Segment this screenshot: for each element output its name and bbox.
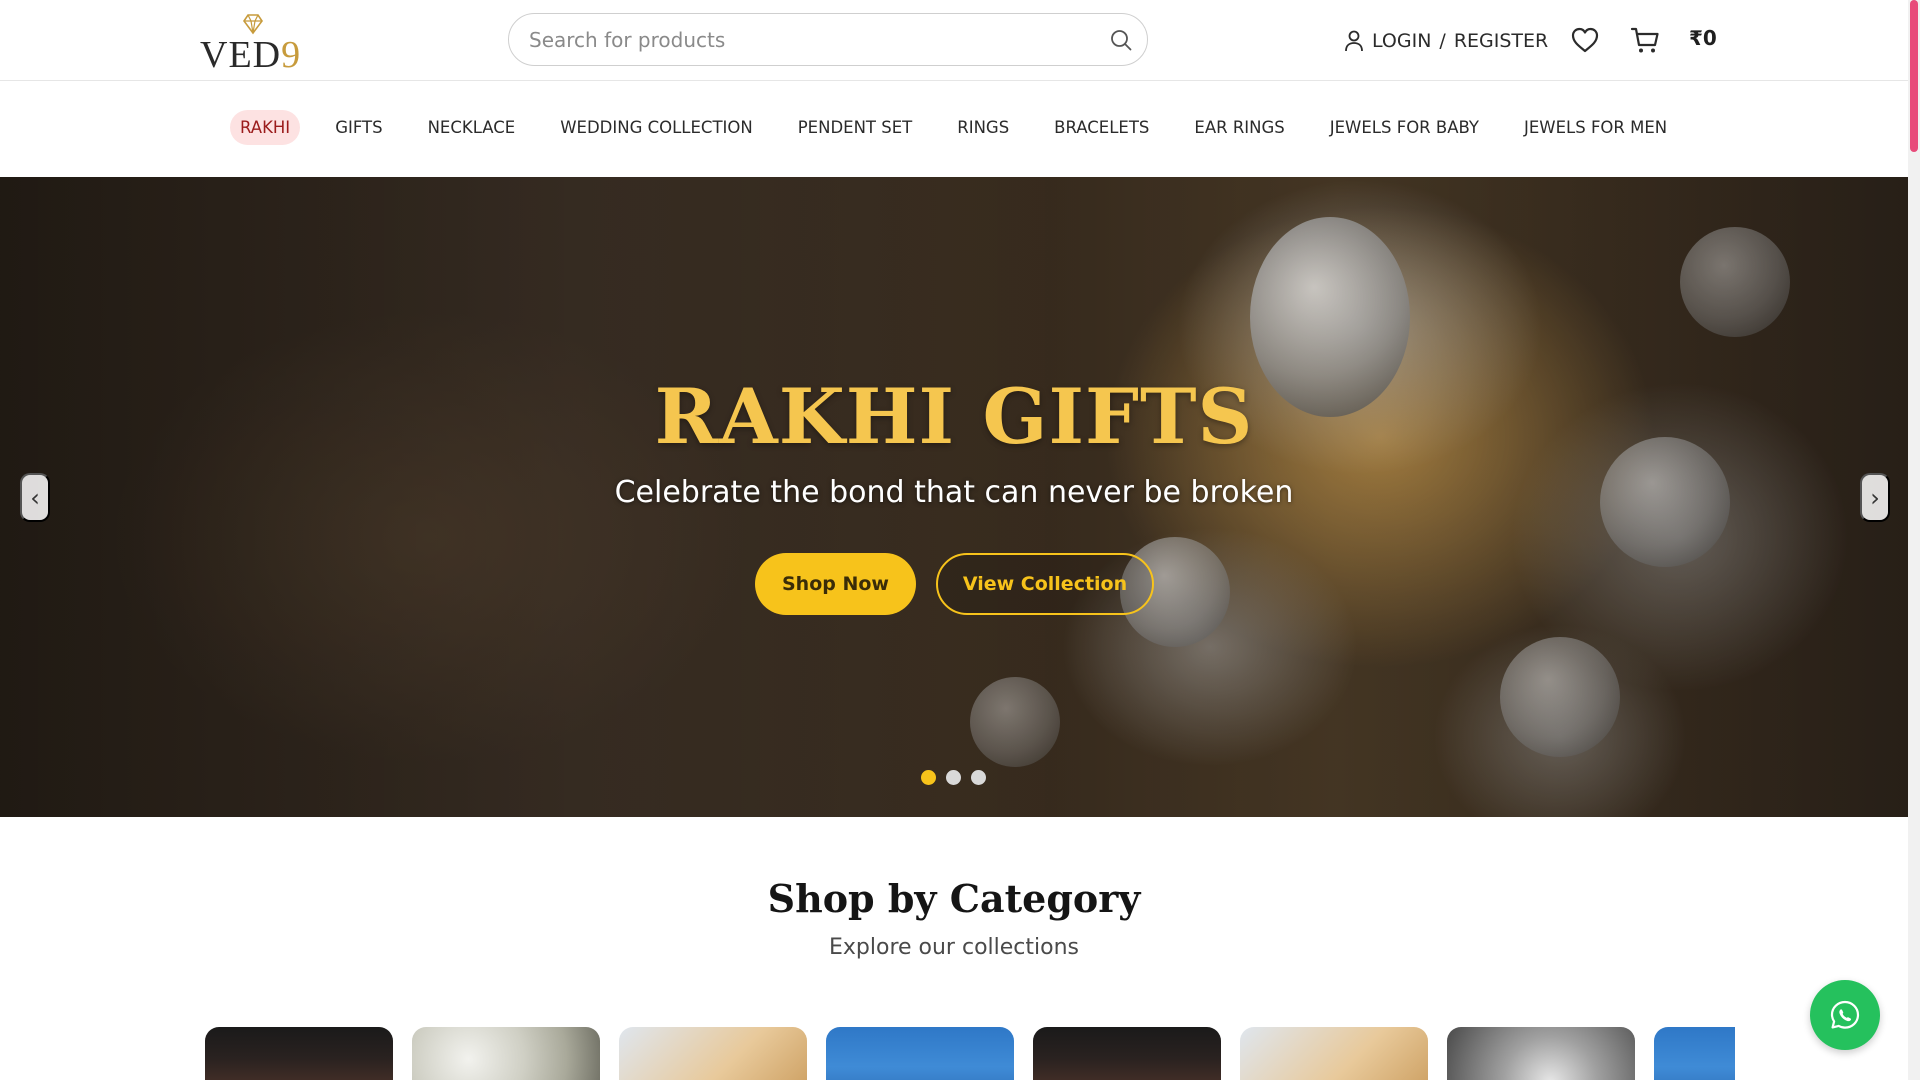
- whatsapp-chat-button[interactable]: [1810, 980, 1880, 1050]
- nav-item-necklace[interactable]: NECKLACE: [418, 110, 526, 145]
- carousel-dot[interactable]: [971, 770, 986, 785]
- site-header: VED9 LOGIN / REGISTER ₹0: [0, 0, 1908, 81]
- search-input[interactable]: [529, 14, 1089, 65]
- category-card[interactable]: [412, 1027, 600, 1080]
- logo[interactable]: VED9: [200, 12, 310, 74]
- page-scrollbar[interactable]: [1908, 0, 1920, 1080]
- diamond-icon: [243, 14, 263, 35]
- category-card[interactable]: [619, 1027, 807, 1080]
- search-bar: [508, 13, 1148, 66]
- carousel-dots: [921, 770, 986, 785]
- hero-subtitle: Celebrate the bond that can never be bro…: [614, 475, 1294, 510]
- register-label[interactable]: REGISTER: [1454, 30, 1548, 52]
- category-card[interactable]: [1654, 1027, 1735, 1080]
- hero-carousel: RAKHI GIFTS Celebrate the bond that can …: [0, 177, 1908, 817]
- logo-text: VED9: [200, 34, 302, 76]
- category-card[interactable]: [1240, 1027, 1428, 1080]
- shop-now-button[interactable]: Shop Now: [755, 553, 916, 615]
- nav-item-rings[interactable]: RINGS: [947, 110, 1019, 145]
- search-icon[interactable]: [1109, 28, 1133, 52]
- category-section-subtitle: Explore our collections: [828, 935, 1079, 960]
- category-card[interactable]: [205, 1027, 393, 1080]
- heart-icon[interactable]: [1569, 24, 1601, 56]
- nav-item-ear-rings[interactable]: EAR RINGS: [1184, 110, 1294, 145]
- whatsapp-icon: [1830, 1000, 1860, 1029]
- nav-item-bracelets[interactable]: BRACELETS: [1044, 110, 1159, 145]
- category-card[interactable]: [826, 1027, 1014, 1080]
- nav-item-rakhi[interactable]: RAKHI: [230, 110, 301, 145]
- cart-icon[interactable]: [1629, 24, 1661, 56]
- login-separator: /: [1439, 30, 1446, 52]
- login-label[interactable]: LOGIN: [1372, 30, 1431, 52]
- nav-item-pendent-set[interactable]: PENDENT SET: [788, 110, 923, 145]
- category-carousel: [205, 1027, 1735, 1080]
- nav-item-jewels-for-men[interactable]: JEWELS FOR MEN: [1514, 110, 1677, 145]
- category-card[interactable]: [1033, 1027, 1221, 1080]
- login-register-link[interactable]: LOGIN / REGISTER: [1344, 26, 1548, 56]
- view-collection-button[interactable]: View Collection: [936, 553, 1154, 615]
- main-nav: RAKHI GIFTS NECKLACE WEDDING COLLECTION …: [0, 82, 1908, 177]
- category-card[interactable]: [1447, 1027, 1635, 1080]
- carousel-dot[interactable]: [946, 770, 961, 785]
- nav-item-jewels-for-baby[interactable]: JEWELS FOR BABY: [1320, 110, 1489, 145]
- carousel-dot[interactable]: [921, 770, 936, 785]
- cart-total[interactable]: ₹0: [1689, 26, 1717, 50]
- nav-item-wedding-collection[interactable]: WEDDING COLLECTION: [550, 110, 763, 145]
- nav-item-gifts[interactable]: GIFTS: [325, 110, 392, 145]
- hero-title: RAKHI GIFTS: [654, 372, 1254, 461]
- carousel-next-button[interactable]: ›: [1860, 473, 1890, 522]
- nav-list: RAKHI GIFTS NECKLACE WEDDING COLLECTION …: [230, 110, 1702, 145]
- category-section-title: Shop by Category: [767, 876, 1141, 921]
- scrollbar-thumb[interactable]: [1910, 0, 1918, 152]
- user-icon: [1345, 30, 1363, 52]
- carousel-prev-button[interactable]: ‹: [20, 473, 50, 522]
